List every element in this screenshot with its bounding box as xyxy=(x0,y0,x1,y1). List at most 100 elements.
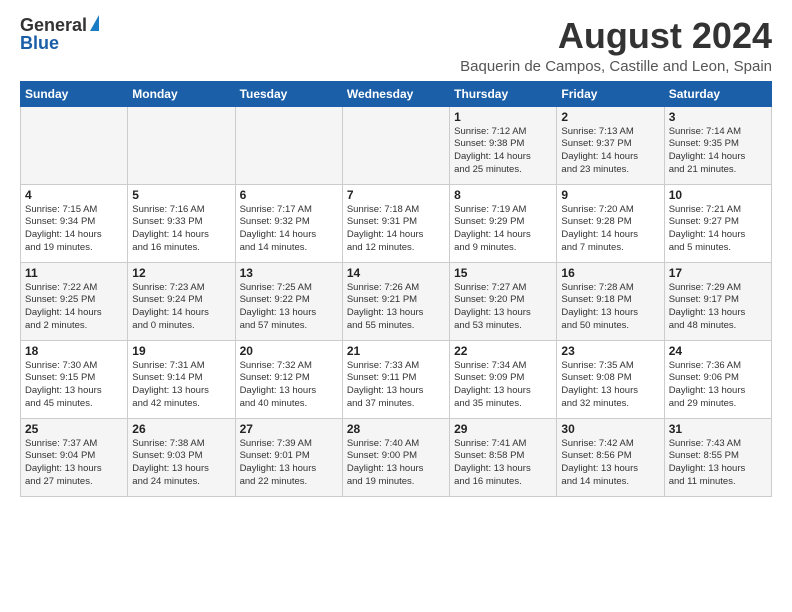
calendar-cell: 18 Sunrise: 7:30 AM Sunset: 9:15 PM Dayli… xyxy=(21,340,128,418)
calendar-cell: 11 Sunrise: 7:22 AM Sunset: 9:25 PM Dayli… xyxy=(21,262,128,340)
day-info: Sunrise: 7:30 AM Sunset: 9:15 PM Dayligh… xyxy=(25,360,123,411)
calendar-cell: 23 Sunrise: 7:35 AM Sunset: 9:08 PM Dayli… xyxy=(557,340,664,418)
header: General Blue August 2024 Baquerin de Cam… xyxy=(20,16,772,75)
day-info: Sunrise: 7:35 AM Sunset: 9:08 PM Dayligh… xyxy=(561,360,659,411)
day-info: Sunrise: 7:40 AM Sunset: 9:00 PM Dayligh… xyxy=(347,438,445,489)
calendar-cell: 8Sunrise: 7:19 AM Sunset: 9:29 PM Daylig… xyxy=(450,184,557,262)
day-number: 19 xyxy=(132,344,230,358)
day-info: Sunrise: 7:34 AM Sunset: 9:09 PM Dayligh… xyxy=(454,360,552,411)
calendar-cell: 25 Sunrise: 7:37 AM Sunset: 9:04 PM Dayli… xyxy=(21,418,128,496)
day-info: Sunrise: 7:41 AM Sunset: 8:58 PM Dayligh… xyxy=(454,438,552,489)
day-info: Sunrise: 7:26 AM Sunset: 9:21 PM Dayligh… xyxy=(347,282,445,333)
day-info: Sunrise: 7:25 AM Sunset: 9:22 PM Dayligh… xyxy=(240,282,338,333)
calendar-cell xyxy=(342,106,449,184)
calendar-header-row: SundayMondayTuesdayWednesdayThursdayFrid… xyxy=(21,81,772,106)
calendar-cell: 13 Sunrise: 7:25 AM Sunset: 9:22 PM Dayli… xyxy=(235,262,342,340)
calendar-week-row: 25 Sunrise: 7:37 AM Sunset: 9:04 PM Dayli… xyxy=(21,418,772,496)
day-number: 13 xyxy=(240,266,338,280)
calendar-cell: 20 Sunrise: 7:32 AM Sunset: 9:12 PM Dayli… xyxy=(235,340,342,418)
day-number: 29 xyxy=(454,422,552,436)
day-info: Sunrise: 7:15 AM Sunset: 9:34 PM Dayligh… xyxy=(25,204,123,255)
day-info: Sunrise: 7:17 AM Sunset: 9:32 PM Dayligh… xyxy=(240,204,338,255)
calendar-week-row: 18 Sunrise: 7:30 AM Sunset: 9:15 PM Dayli… xyxy=(21,340,772,418)
day-info: Sunrise: 7:14 AM Sunset: 9:35 PM Dayligh… xyxy=(669,126,767,177)
day-info: Sunrise: 7:39 AM Sunset: 9:01 PM Dayligh… xyxy=(240,438,338,489)
calendar-week-row: 11 Sunrise: 7:22 AM Sunset: 9:25 PM Dayli… xyxy=(21,262,772,340)
day-info: Sunrise: 7:42 AM Sunset: 8:56 PM Dayligh… xyxy=(561,438,659,489)
day-number: 12 xyxy=(132,266,230,280)
calendar-dow-monday: Monday xyxy=(128,81,235,106)
day-number: 17 xyxy=(669,266,767,280)
calendar-dow-friday: Friday xyxy=(557,81,664,106)
day-number: 11 xyxy=(25,266,123,280)
calendar-dow-wednesday: Wednesday xyxy=(342,81,449,106)
day-info: Sunrise: 7:22 AM Sunset: 9:25 PM Dayligh… xyxy=(25,282,123,333)
day-info: Sunrise: 7:32 AM Sunset: 9:12 PM Dayligh… xyxy=(240,360,338,411)
calendar-cell: 24Sunrise: 7:36 AM Sunset: 9:06 PM Dayli… xyxy=(664,340,771,418)
logo-blue-text: Blue xyxy=(20,34,99,52)
day-number: 2 xyxy=(561,110,659,124)
day-number: 9 xyxy=(561,188,659,202)
calendar-cell: 5Sunrise: 7:16 AM Sunset: 9:33 PM Daylig… xyxy=(128,184,235,262)
subtitle: Baquerin de Campos, Castille and Leon, S… xyxy=(460,58,772,75)
calendar-cell: 7Sunrise: 7:18 AM Sunset: 9:31 PM Daylig… xyxy=(342,184,449,262)
day-number: 4 xyxy=(25,188,123,202)
main-title: August 2024 xyxy=(460,16,772,56)
day-number: 1 xyxy=(454,110,552,124)
day-number: 28 xyxy=(347,422,445,436)
calendar-cell: 27 Sunrise: 7:39 AM Sunset: 9:01 PM Dayli… xyxy=(235,418,342,496)
calendar: SundayMondayTuesdayWednesdayThursdayFrid… xyxy=(20,81,772,497)
day-number: 25 xyxy=(25,422,123,436)
title-section: August 2024 Baquerin de Campos, Castille… xyxy=(460,16,772,75)
calendar-cell: 19 Sunrise: 7:31 AM Sunset: 9:14 PM Dayli… xyxy=(128,340,235,418)
day-number: 27 xyxy=(240,422,338,436)
calendar-cell: 30 Sunrise: 7:42 AM Sunset: 8:56 PM Dayli… xyxy=(557,418,664,496)
day-info: Sunrise: 7:29 AM Sunset: 9:17 PM Dayligh… xyxy=(669,282,767,333)
calendar-cell: 29 Sunrise: 7:41 AM Sunset: 8:58 PM Dayli… xyxy=(450,418,557,496)
day-number: 18 xyxy=(25,344,123,358)
calendar-dow-sunday: Sunday xyxy=(21,81,128,106)
day-number: 3 xyxy=(669,110,767,124)
day-number: 22 xyxy=(454,344,552,358)
day-info: Sunrise: 7:33 AM Sunset: 9:11 PM Dayligh… xyxy=(347,360,445,411)
day-info: Sunrise: 7:31 AM Sunset: 9:14 PM Dayligh… xyxy=(132,360,230,411)
calendar-cell: 28 Sunrise: 7:40 AM Sunset: 9:00 PM Dayli… xyxy=(342,418,449,496)
calendar-week-row: 1 Sunrise: 7:12 AM Sunset: 9:38 PM Daylig… xyxy=(21,106,772,184)
logo-general-text: General xyxy=(20,16,87,34)
calendar-cell: 31 Sunrise: 7:43 AM Sunset: 8:55 PM Dayli… xyxy=(664,418,771,496)
day-number: 23 xyxy=(561,344,659,358)
calendar-dow-thursday: Thursday xyxy=(450,81,557,106)
day-info: Sunrise: 7:37 AM Sunset: 9:04 PM Dayligh… xyxy=(25,438,123,489)
calendar-cell: 1 Sunrise: 7:12 AM Sunset: 9:38 PM Daylig… xyxy=(450,106,557,184)
calendar-dow-saturday: Saturday xyxy=(664,81,771,106)
day-number: 7 xyxy=(347,188,445,202)
calendar-week-row: 4 Sunrise: 7:15 AM Sunset: 9:34 PM Daylig… xyxy=(21,184,772,262)
day-number: 8 xyxy=(454,188,552,202)
day-info: Sunrise: 7:12 AM Sunset: 9:38 PM Dayligh… xyxy=(454,126,552,177)
calendar-cell: 2 Sunrise: 7:13 AM Sunset: 9:37 PM Daylig… xyxy=(557,106,664,184)
logo: General Blue xyxy=(20,16,99,52)
day-number: 24 xyxy=(669,344,767,358)
calendar-cell: 15Sunrise: 7:27 AM Sunset: 9:20 PM Dayli… xyxy=(450,262,557,340)
day-number: 30 xyxy=(561,422,659,436)
calendar-cell: 17 Sunrise: 7:29 AM Sunset: 9:17 PM Dayli… xyxy=(664,262,771,340)
calendar-cell: 26Sunrise: 7:38 AM Sunset: 9:03 PM Dayli… xyxy=(128,418,235,496)
calendar-cell xyxy=(128,106,235,184)
day-info: Sunrise: 7:20 AM Sunset: 9:28 PM Dayligh… xyxy=(561,204,659,255)
day-info: Sunrise: 7:13 AM Sunset: 9:37 PM Dayligh… xyxy=(561,126,659,177)
day-info: Sunrise: 7:16 AM Sunset: 9:33 PM Dayligh… xyxy=(132,204,230,255)
calendar-cell: 21Sunrise: 7:33 AM Sunset: 9:11 PM Dayli… xyxy=(342,340,449,418)
day-number: 16 xyxy=(561,266,659,280)
day-number: 14 xyxy=(347,266,445,280)
calendar-cell xyxy=(21,106,128,184)
calendar-cell: 6Sunrise: 7:17 AM Sunset: 9:32 PM Daylig… xyxy=(235,184,342,262)
calendar-cell xyxy=(235,106,342,184)
day-number: 26 xyxy=(132,422,230,436)
day-number: 31 xyxy=(669,422,767,436)
day-info: Sunrise: 7:43 AM Sunset: 8:55 PM Dayligh… xyxy=(669,438,767,489)
day-info: Sunrise: 7:28 AM Sunset: 9:18 PM Dayligh… xyxy=(561,282,659,333)
day-info: Sunrise: 7:27 AM Sunset: 9:20 PM Dayligh… xyxy=(454,282,552,333)
day-number: 20 xyxy=(240,344,338,358)
page: General Blue August 2024 Baquerin de Cam… xyxy=(0,0,792,612)
calendar-cell: 22 Sunrise: 7:34 AM Sunset: 9:09 PM Dayli… xyxy=(450,340,557,418)
